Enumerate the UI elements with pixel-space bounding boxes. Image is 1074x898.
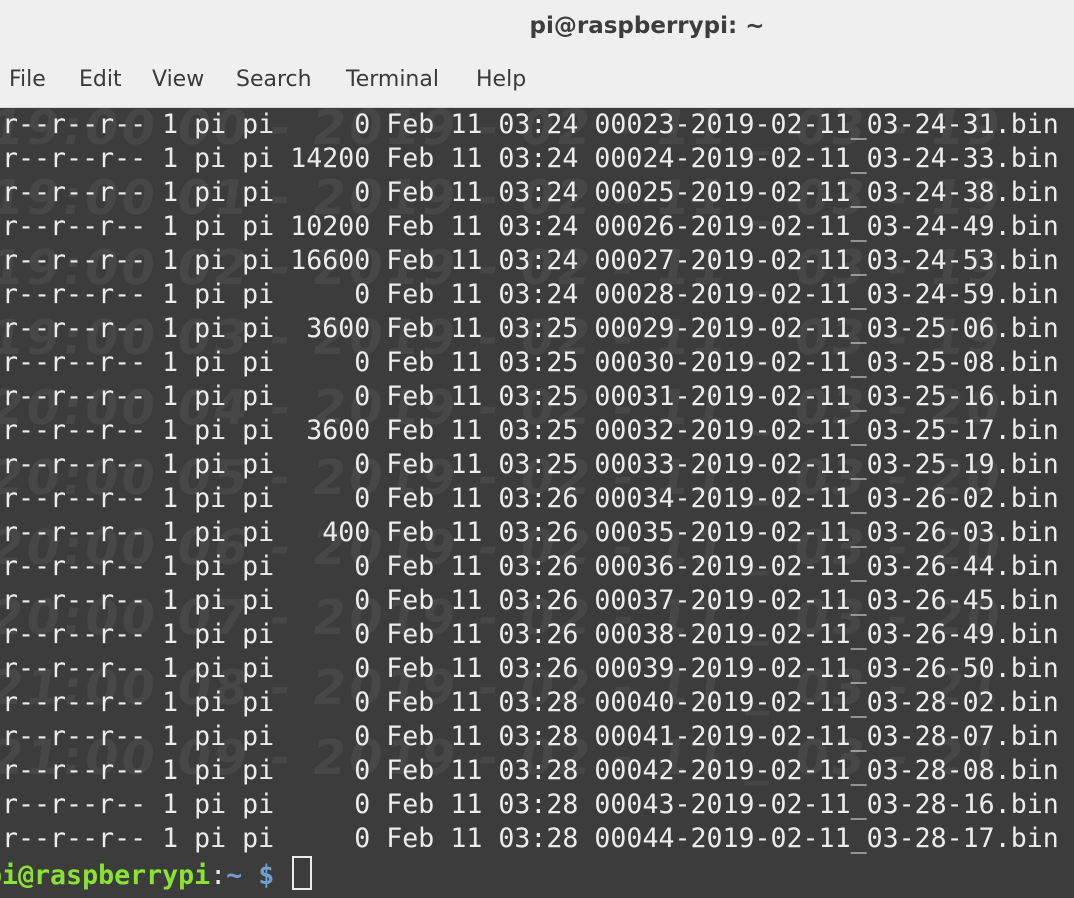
terminal-line: -r--r--r-- 1 pi pi 0 Feb 11 03:28 00040-… [0, 687, 1059, 718]
terminal-line: -r--r--r-- 1 pi pi 0 Feb 11 03:26 00038-… [0, 619, 1059, 650]
terminal-line: -r--r--r-- 1 pi pi 16600 Feb 11 03:24 00… [0, 245, 1059, 276]
terminal-line: -r--r--r-- 1 pi pi 0 Feb 11 03:26 00039-… [0, 653, 1059, 684]
terminal-line: -r--r--r-- 1 pi pi 0 Feb 11 03:26 00037-… [0, 585, 1059, 616]
menu-edit[interactable]: Edit [77, 56, 124, 104]
terminal-line: -r--r--r-- 1 pi pi 400 Feb 11 03:26 0003… [0, 517, 1059, 548]
terminal-line: -r--r--r-- 1 pi pi 0 Feb 11 03:28 00043-… [0, 789, 1059, 820]
prompt-path: ~ [226, 860, 243, 891]
terminal-lines: -r--r--r-- 1 pi pi 0 Feb 11 03:24 00023-… [0, 108, 1059, 891]
window-title: pi@raspberrypi: ~ [529, 13, 765, 39]
menu-file[interactable]: File [7, 56, 48, 104]
prompt-symbol: $ [242, 860, 291, 891]
text-cursor [292, 856, 313, 890]
prompt-separator: : [210, 860, 227, 891]
terminal-line: -r--r--r-- 1 pi pi 10200 Feb 11 03:24 00… [0, 211, 1059, 242]
menu-view[interactable]: View [150, 56, 206, 104]
terminal-line: -r--r--r-- 1 pi pi 14200 Feb 11 03:24 00… [0, 143, 1059, 174]
terminal-line: -r--r--r-- 1 pi pi 0 Feb 11 03:26 00034-… [0, 483, 1059, 514]
menu-search[interactable]: Search [234, 56, 314, 104]
terminal-line: -r--r--r-- 1 pi pi 3600 Feb 11 03:25 000… [0, 415, 1059, 446]
menu-bar: File Edit View Search Terminal Help [0, 56, 1074, 108]
terminal-line: -r--r--r-- 1 pi pi 0 Feb 11 03:24 00028-… [0, 279, 1059, 310]
shell-prompt[interactable]: pi@raspberrypi:~ $ [0, 856, 1059, 891]
terminal-output[interactable]: 19:00 00 - 2019 - 02 - 11 _ 03 - 19 19:0… [0, 108, 1074, 898]
terminal-line: -r--r--r-- 1 pi pi 0 Feb 11 03:26 00036-… [0, 551, 1059, 582]
terminal-line: -r--r--r-- 1 pi pi 0 Feb 11 03:28 00041-… [0, 721, 1059, 752]
menu-terminal[interactable]: Terminal [344, 56, 441, 104]
terminal-line: -r--r--r-- 1 pi pi 0 Feb 11 03:25 00033-… [0, 449, 1059, 480]
terminal-line: -r--r--r-- 1 pi pi 0 Feb 11 03:28 00044-… [0, 823, 1059, 854]
title-bar[interactable]: pi@raspberrypi: ~ [0, 0, 1074, 56]
menu-help[interactable]: Help [474, 56, 528, 104]
terminal-line: -r--r--r-- 1 pi pi 0 Feb 11 03:25 00030-… [0, 347, 1059, 378]
terminal-line: -r--r--r-- 1 pi pi 3600 Feb 11 03:25 000… [0, 313, 1059, 344]
terminal-line: -r--r--r-- 1 pi pi 0 Feb 11 03:25 00031-… [0, 381, 1059, 412]
terminal-line: -r--r--r-- 1 pi pi 0 Feb 11 03:24 00023-… [0, 109, 1059, 140]
terminal-line: -r--r--r-- 1 pi pi 0 Feb 11 03:24 00025-… [0, 177, 1059, 208]
terminal-line: -r--r--r-- 1 pi pi 0 Feb 11 03:28 00042-… [0, 755, 1059, 786]
prompt-user-host: pi@raspberrypi [0, 860, 211, 891]
